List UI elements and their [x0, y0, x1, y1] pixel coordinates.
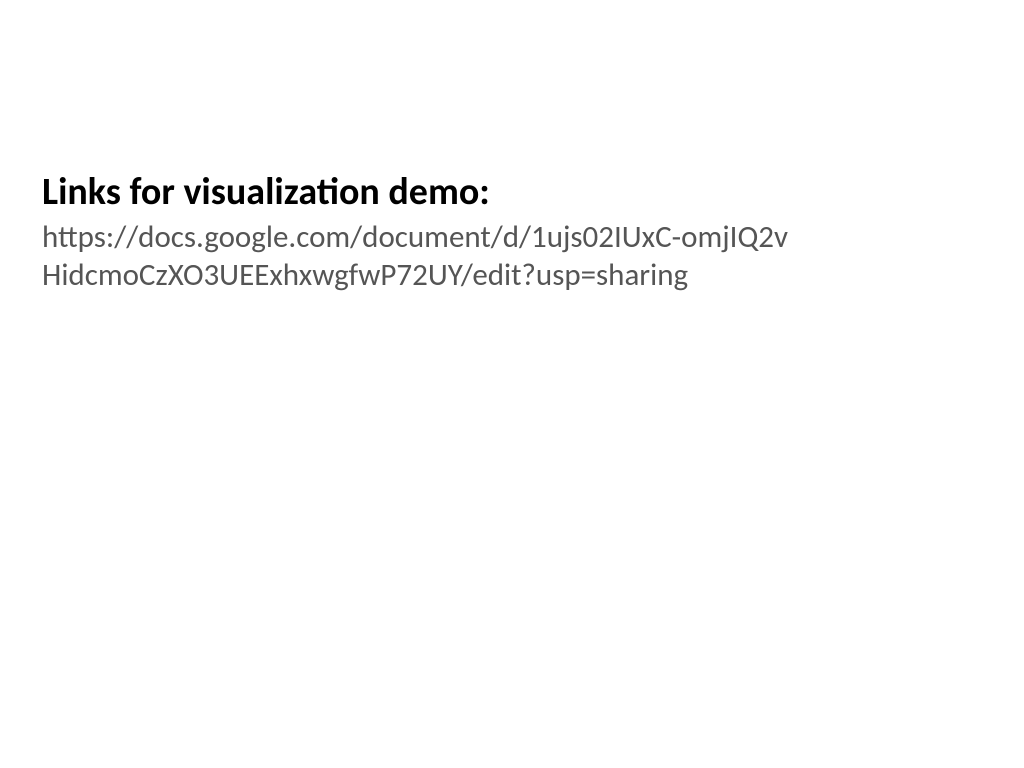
slide-title: Links for visualization demo: [42, 170, 982, 216]
slide-content: Links for visualization demo: https://do… [0, 0, 1024, 295]
slide-body-text: https://docs.google.com/document/d/1ujs0… [42, 218, 802, 296]
